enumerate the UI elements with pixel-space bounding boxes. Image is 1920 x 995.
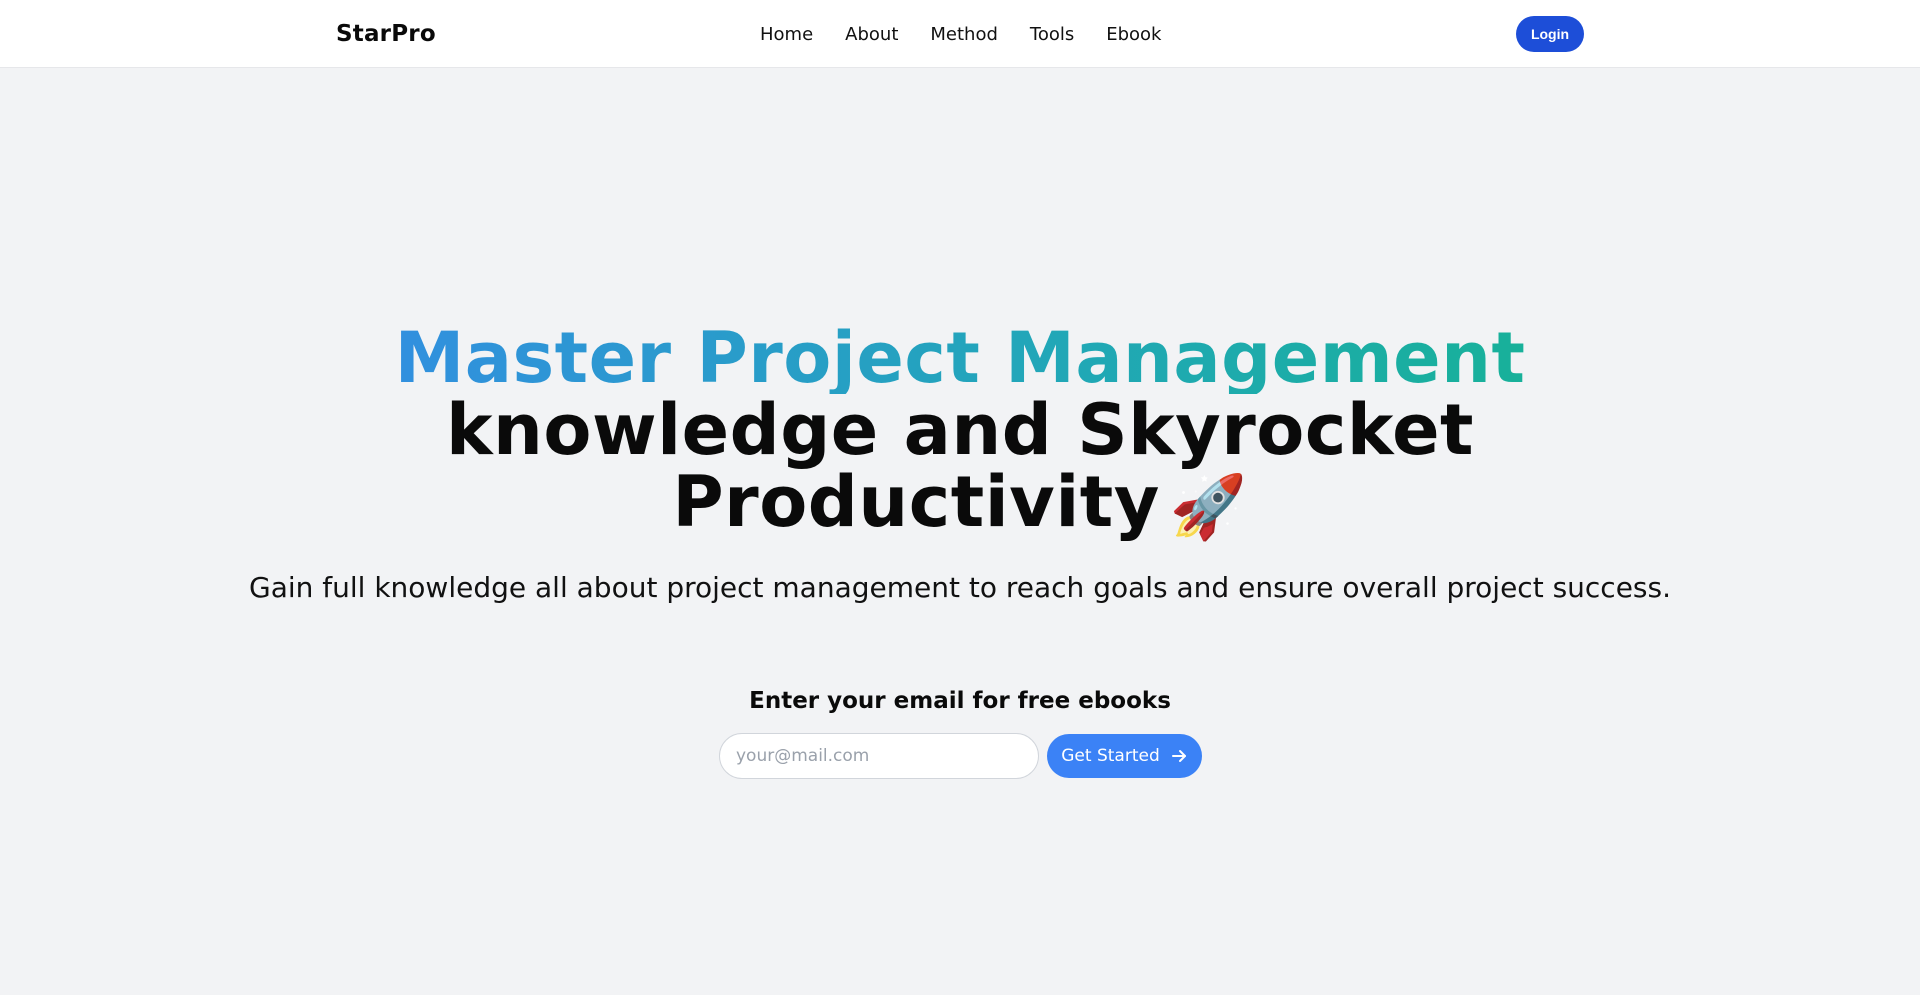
email-input[interactable] (719, 733, 1039, 779)
get-started-label: Get Started (1061, 746, 1160, 766)
nav-link-home[interactable]: Home (760, 24, 813, 45)
nav-link-ebook[interactable]: Ebook (1106, 24, 1161, 45)
hero-subheadline: Gain full knowledge all about project ma… (249, 571, 1671, 604)
main-navigation: Home About Method Tools Ebook (760, 0, 1161, 68)
hero-section: Master Project Management knowledge and … (0, 68, 1920, 995)
headline-gradient-line: Master Project Management (0, 322, 1920, 394)
arrow-right-icon (1170, 747, 1188, 765)
nav-link-about[interactable]: About (845, 24, 898, 45)
nav-link-method[interactable]: Method (930, 24, 998, 45)
email-signup: Enter your email for free ebooks Get Sta… (0, 685, 1920, 779)
headline-line-3: Productivity 🚀 (0, 466, 1920, 543)
headline-line-3-text: Productivity (672, 461, 1160, 543)
rocket-icon: 🚀 (1169, 469, 1248, 543)
headline-line-2: knowledge and Skyrocket (445, 389, 1475, 471)
nav-link-tools[interactable]: Tools (1030, 24, 1074, 45)
login-button[interactable]: Login (1516, 16, 1584, 52)
signup-form: Get Started (719, 733, 1202, 779)
get-started-button[interactable]: Get Started (1047, 734, 1202, 778)
hero-headline: Master Project Management knowledge and … (0, 322, 1920, 543)
signup-title: Enter your email for free ebooks (749, 688, 1171, 714)
brand-logo[interactable]: StarPro (336, 0, 436, 68)
top-navbar: StarPro Home About Method Tools Ebook Lo… (0, 0, 1920, 68)
